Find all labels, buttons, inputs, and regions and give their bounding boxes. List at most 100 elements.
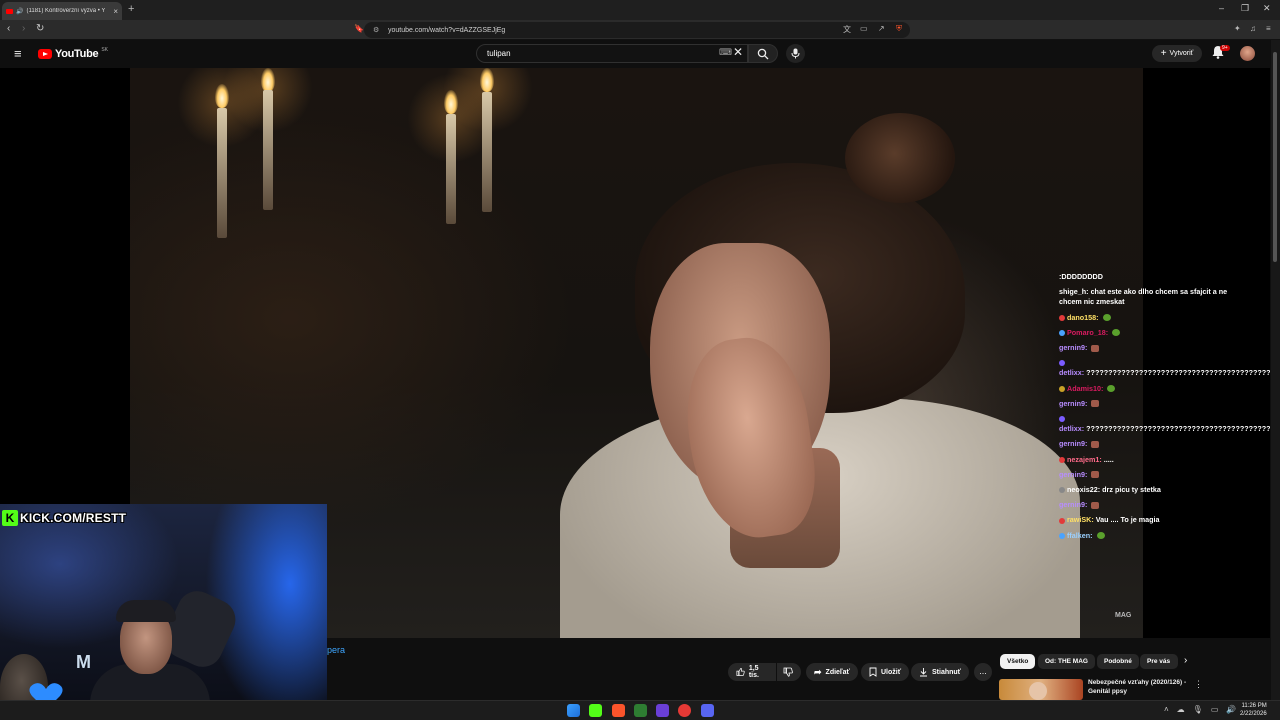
site-info-icon[interactable]: ⚙ — [373, 26, 379, 34]
share-icon[interactable]: ↗ — [878, 24, 885, 33]
microphone-icon — [791, 48, 800, 59]
chat-username: gernin9: — [1059, 500, 1088, 510]
voice-search-button[interactable] — [786, 44, 805, 63]
browser-menu-icon[interactable]: ≡ — [1266, 24, 1271, 33]
chevron-right-icon[interactable]: › — [1184, 655, 1187, 666]
recommendation-title[interactable]: Nebezpečné vzťahy (2020/126) - Genitál p… — [1088, 679, 1188, 696]
filter-chip[interactable]: Podobné — [1097, 654, 1139, 669]
scrollbar-thumb[interactable] — [1273, 52, 1277, 262]
new-tab-icon[interactable]: + — [128, 3, 134, 15]
search-input[interactable]: tulipan — [476, 44, 748, 63]
hamburger-menu-icon[interactable]: ≡ — [14, 46, 22, 61]
chat-username: rawiSK: — [1067, 515, 1094, 525]
filter-chip[interactable]: Všetko — [1000, 654, 1036, 669]
chat-emote-icon — [1091, 471, 1100, 479]
maximize-icon[interactable]: ❐ — [1241, 3, 1249, 14]
chat-message: gernin9: — [1059, 439, 1229, 449]
chat-username: dano158: — [1067, 312, 1099, 322]
notifications-badge: 9+ — [1220, 45, 1230, 51]
browser-toolbar: ‹ › ↻ 🔖 ⚙ youtube.com/watch?v=dAZZGSEJjE… — [0, 20, 1280, 40]
discord-icon[interactable] — [701, 704, 714, 717]
dislike-button[interactable] — [777, 663, 801, 681]
window-close-icon[interactable]: ✕ — [1263, 3, 1271, 14]
like-count: 1,5 tis. — [748, 665, 759, 679]
chat-username: neoxis22: — [1067, 485, 1101, 495]
media-icon[interactable]: ♫ — [1250, 24, 1256, 33]
account-avatar[interactable] — [1240, 46, 1255, 61]
bookmark-icon[interactable]: 🔖 — [354, 24, 364, 33]
like-button[interactable]: 1,5 tis. — [728, 663, 776, 681]
share-button[interactable]: ➦ Zdieľať — [806, 663, 858, 681]
network-icon[interactable]: ▭ — [1211, 705, 1219, 714]
video-title-partial[interactable]: pera — [327, 645, 345, 655]
search-query: tulipan — [487, 49, 511, 58]
monster-energy-icon: M — [76, 652, 91, 672]
recommendation-more-icon[interactable]: ⋮ — [1194, 679, 1203, 690]
chat-text: ..... — [1103, 454, 1114, 464]
chat-emote-icon — [1112, 329, 1121, 337]
brave-browser-icon[interactable] — [612, 704, 625, 717]
clock-time: 11:26 PM — [1241, 703, 1267, 709]
screenshot-icon[interactable]: ▭ — [860, 24, 868, 33]
chat-message: dano158: — [1059, 313, 1229, 323]
candle — [263, 90, 273, 210]
system-clock[interactable]: 11:26 PM 2/22/2026 — [1240, 702, 1267, 718]
url-text: youtube.com/watch?v=dAZZGSEJjEg — [388, 26, 506, 34]
close-tab-icon[interactable]: × — [113, 7, 118, 16]
premiere-icon[interactable] — [656, 704, 669, 717]
chat-username: gernin9: — [1059, 343, 1088, 353]
filter-chip[interactable]: Pre vás — [1140, 654, 1178, 669]
clear-search-icon[interactable]: ✕ — [733, 45, 743, 59]
chat-text: drz picu ty stetka — [1102, 485, 1161, 495]
chat-username: detlixx: — [1059, 424, 1085, 434]
chat-text: ????????????????????????????????????????… — [1086, 368, 1270, 378]
share-arrow-icon: ➦ — [814, 666, 822, 677]
chat-message: detlixx:????????????????????????????????… — [1059, 358, 1270, 378]
browser-tab[interactable]: 🔊 (1181) Kontroverzní výzva • Y × — [2, 2, 122, 20]
reload-icon[interactable]: ↻ — [36, 23, 44, 34]
video-watermark: MAG — [1115, 612, 1132, 619]
speaker-icon[interactable]: 🔊 — [16, 8, 23, 15]
windows-taskbar: ˄ ☁ 🎙 ▭ 🔊 11:26 PM 2/22/2026 — [0, 700, 1280, 720]
chat-badge-icon — [1059, 360, 1065, 367]
search-button[interactable] — [748, 44, 778, 63]
streamer-webcam: K KICK.COM/RESTT M — [0, 504, 327, 720]
chrome-icon[interactable] — [678, 704, 691, 717]
chat-username: Adamis10: — [1067, 383, 1104, 393]
forward-icon[interactable]: › — [22, 23, 25, 34]
brave-shield-icon[interactable]: ⛨ — [896, 24, 902, 34]
youtube-logo[interactable]: YouTube SK — [38, 47, 108, 60]
save-button[interactable]: Uložiť — [861, 663, 910, 681]
download-button[interactable]: Stiahnuť — [911, 663, 970, 681]
excel-icon[interactable] — [634, 704, 647, 717]
chat-message: Adamis10: — [1059, 384, 1229, 394]
windows-start-icon[interactable] — [567, 704, 580, 717]
translate-icon[interactable]: 文 — [843, 24, 851, 35]
youtube-favicon-icon — [6, 8, 13, 14]
chat-emote-icon — [1102, 314, 1111, 322]
tray-chevron-icon[interactable]: ˄ — [1164, 705, 1169, 714]
kick-app-icon[interactable] — [589, 704, 602, 717]
candle-flame — [261, 68, 275, 92]
chat-emote-icon — [1091, 400, 1100, 408]
cloud-icon[interactable]: ☁ — [1177, 705, 1185, 714]
filter-chip[interactable]: Od: THE MAG — [1038, 654, 1095, 669]
create-label: Vytvoriť — [1169, 50, 1194, 57]
more-actions-button[interactable]: ... — [974, 663, 992, 681]
chat-username: gernin9: — [1059, 469, 1088, 479]
address-bar[interactable]: ⚙ youtube.com/watch?v=dAZZGSEJjEg — [364, 22, 910, 38]
create-button[interactable]: + Vytvoriť — [1152, 45, 1202, 62]
keyboard-icon[interactable]: ⌨ — [719, 47, 732, 58]
kick-url-text: KICK.COM/RESTT — [20, 511, 127, 525]
chat-emote-icon — [1107, 385, 1116, 393]
page-scrollbar[interactable] — [1271, 40, 1280, 700]
volume-icon[interactable]: 🔊 — [1226, 705, 1236, 714]
recommendation-thumbnail[interactable] — [999, 679, 1083, 700]
back-icon[interactable]: ‹ — [7, 23, 10, 34]
extensions-icon[interactable]: ✦ — [1234, 24, 1241, 33]
kick-logo-icon: K — [2, 510, 18, 526]
minimize-icon[interactable]: – — [1219, 3, 1224, 13]
woman-hair-bun — [845, 113, 955, 203]
mic-tray-icon[interactable]: 🎙 — [1193, 705, 1203, 714]
chat-username: Pomaro_18: — [1067, 327, 1109, 337]
